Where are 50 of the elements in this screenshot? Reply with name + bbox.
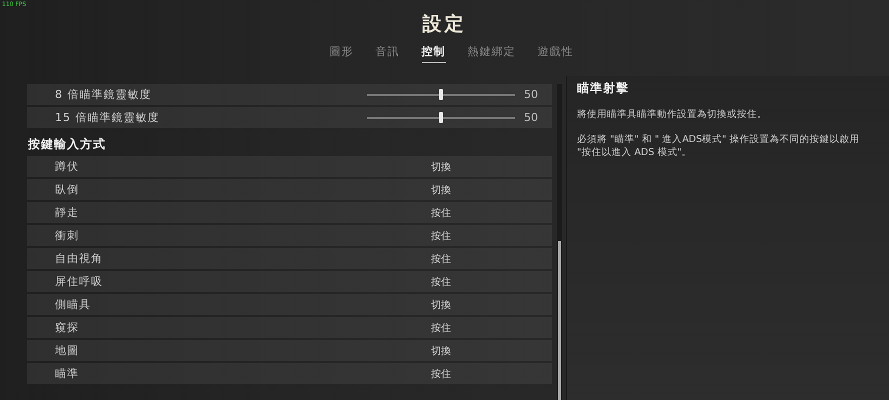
setting-value[interactable]: 切換 xyxy=(362,160,520,174)
setting-row[interactable]: 自由視角 按住 xyxy=(27,248,552,269)
setting-label: 窺探 xyxy=(54,320,80,335)
slider-thumb[interactable] xyxy=(439,112,443,123)
setting-label: 瞄準 xyxy=(54,366,80,381)
setting-row[interactable]: 衝刺 按住 xyxy=(27,225,552,246)
tab[interactable]: 熱鍵綁定 xyxy=(468,44,516,63)
section-heading: 按鍵輸入方式 xyxy=(28,136,107,152)
setting-value[interactable]: 切換 xyxy=(362,298,520,312)
description-text: 將使用瞄準具瞄準動作設置為切換或按住。 xyxy=(577,108,768,121)
setting-label: 地圖 xyxy=(54,343,80,358)
tab[interactable]: 控制 xyxy=(422,44,446,63)
description-text: 必須將 "瞄準" 和 " 進入ADS模式" 操作設置為不同的按鍵以啟用 "按住以進入 ADS 模式"。 xyxy=(577,133,860,159)
setting-value[interactable]: 切換 xyxy=(362,344,520,358)
setting-row[interactable]: 蹲伏 切換 xyxy=(27,156,552,177)
setting-row[interactable]: 屏住呼吸 按住 xyxy=(27,271,552,292)
slider-thumb[interactable] xyxy=(439,89,443,100)
setting-label: 自由視角 xyxy=(54,251,104,266)
setting-label: 蹲伏 xyxy=(54,159,80,174)
setting-value[interactable]: 按住 xyxy=(362,320,520,334)
page-title: 設定 xyxy=(422,12,466,36)
setting-value[interactable]: 切換 xyxy=(362,182,520,196)
slider-value: 50 xyxy=(524,111,538,124)
tab[interactable]: 圖形 xyxy=(330,44,354,63)
setting-label: 15 倍瞄準鏡靈敏度 xyxy=(54,110,160,125)
setting-value[interactable]: 按住 xyxy=(362,366,520,380)
scrollbar-thumb[interactable] xyxy=(558,241,561,400)
setting-label: 臥倒 xyxy=(54,182,80,197)
setting-value[interactable]: 按住 xyxy=(362,274,520,288)
setting-value[interactable]: 按住 xyxy=(362,228,520,242)
setting-row[interactable]: 側瞄具 切換 xyxy=(27,294,552,315)
setting-row[interactable]: 地圖 切換 xyxy=(27,340,552,361)
setting-row[interactable]: 瞄準 按住 xyxy=(27,363,552,384)
setting-value[interactable]: 按住 xyxy=(362,252,520,266)
setting-label: 衝刺 xyxy=(54,228,80,243)
tab[interactable]: 音訊 xyxy=(376,44,400,63)
setting-label: 側瞄具 xyxy=(54,297,92,312)
setting-row[interactable]: 8 倍瞄準鏡靈敏度 50 xyxy=(27,84,552,105)
setting-row[interactable]: 15 倍瞄準鏡靈敏度 50 xyxy=(27,107,552,128)
slider-value: 50 xyxy=(524,88,538,101)
setting-row[interactable]: 靜走 按住 xyxy=(27,202,552,223)
setting-label: 靜走 xyxy=(54,205,80,220)
tab[interactable]: 遊戲性 xyxy=(538,44,574,63)
setting-label: 8 倍瞄準鏡靈敏度 xyxy=(54,87,152,102)
description-title: 瞄準射擊 xyxy=(577,80,630,96)
setting-row[interactable]: 臥倒 切換 xyxy=(27,179,552,200)
setting-row[interactable]: 窺探 按住 xyxy=(27,317,552,338)
scrollbar[interactable] xyxy=(557,84,562,400)
setting-value[interactable]: 按住 xyxy=(362,206,520,220)
setting-label: 屏住呼吸 xyxy=(54,274,104,289)
